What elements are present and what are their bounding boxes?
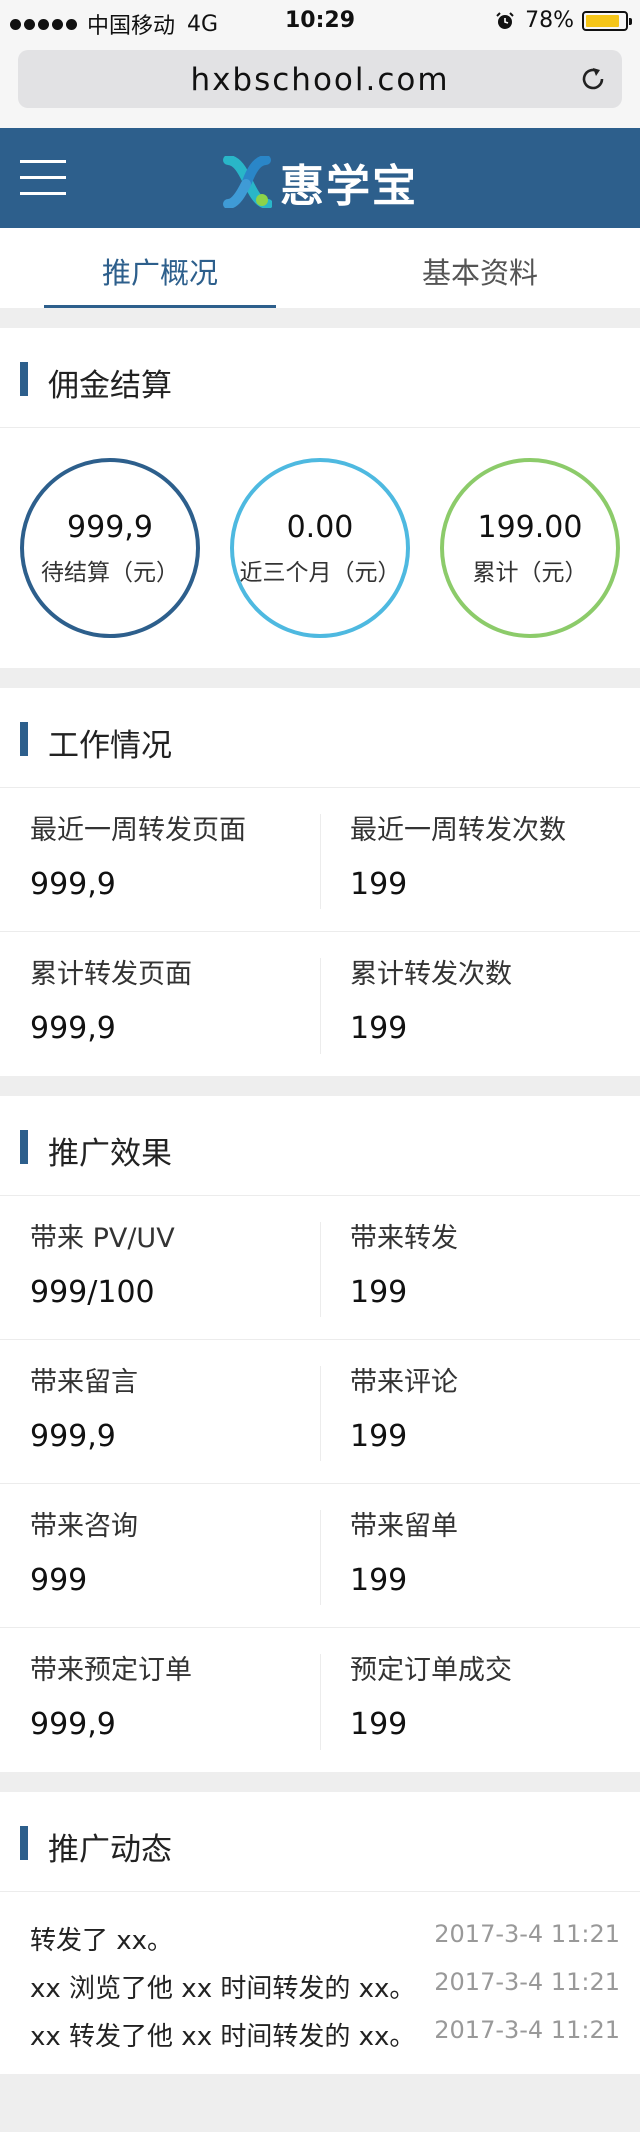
activity-section: 推广动态 转发了 xx。 2017-3-4 11:21 xx 浏览了他 xx 时… [0, 1792, 640, 2074]
stat-label: 累计转发页面 [30, 959, 192, 990]
commission-circles: 999,9 待结算（元） 0.00 近三个月（元） 199.00 累计（元） [0, 428, 640, 668]
stat-row: 带来咨询 999 带来留单 199 [0, 1484, 640, 1628]
stat-label: 带来 PV/UV [30, 1223, 175, 1254]
stat-value: 199 [350, 1707, 408, 1742]
activity-time: 2017-3-4 11:21 [434, 1920, 620, 1948]
commission-header: 佣金结算 [0, 328, 640, 428]
browser-bar: hxbschool.com [0, 42, 640, 128]
status-right: 78% [495, 8, 632, 33]
tab-profile[interactable]: 基本资料 [320, 228, 640, 308]
alarm-icon [496, 11, 514, 29]
stat-label: 带来留单 [350, 1511, 458, 1542]
tab-bar: 推广概况 基本资料 [0, 228, 640, 308]
stat-value: 999,9 [30, 867, 116, 902]
brand-name: 惠学宝 [280, 161, 418, 212]
activity-text: xx 浏览了他 xx 时间转发的 xx。 [30, 1974, 416, 2004]
section-title: 推广动态 [48, 1832, 172, 1868]
stat-cell: 累计转发页面 999,9 [0, 932, 320, 1076]
effect-section: 推广效果 带来 PV/UV 999/100 带来转发 199 带来留言 999,… [0, 1096, 640, 1772]
stat-value: 199 [350, 1275, 408, 1310]
circle-label: 待结算（元） [41, 560, 179, 586]
stat-label: 带来预定订单 [30, 1655, 192, 1686]
stat-value: 999/100 [30, 1275, 155, 1310]
stat-value: 199 [350, 1419, 408, 1454]
reload-icon[interactable] [578, 64, 608, 94]
circle-label: 累计（元） [472, 560, 588, 586]
stat-cell: 累计转发次数 199 [320, 932, 640, 1076]
brand: 惠学宝 [0, 150, 640, 214]
stat-row: 带来 PV/UV 999/100 带来转发 199 [0, 1196, 640, 1340]
section-marker [20, 1130, 28, 1164]
stat-cell: 带来留单 199 [320, 1484, 640, 1627]
activity-item[interactable]: 转发了 xx。 2017-3-4 11:21 [0, 1912, 640, 1960]
circle-value: 999,9 [67, 510, 153, 545]
stat-value: 999,9 [30, 1011, 116, 1046]
stat-label: 带来留言 [30, 1367, 138, 1398]
battery-percent: 78% [525, 8, 574, 33]
activity-text: xx 转发了他 xx 时间转发的 xx。 [30, 2022, 416, 2052]
stat-row: 带来留言 999,9 带来评论 199 [0, 1340, 640, 1484]
effect-header: 推广效果 [0, 1096, 640, 1196]
stat-cell: 带来评论 199 [320, 1340, 640, 1483]
stat-label: 最近一周转发次数 [350, 815, 566, 846]
stat-value: 999,9 [30, 1419, 116, 1454]
battery-icon [582, 10, 632, 31]
section-title: 工作情况 [48, 728, 172, 764]
stat-value: 199 [350, 1011, 408, 1046]
battery-fill [586, 14, 619, 27]
stat-row: 带来预定订单 999,9 预定订单成交 199 [0, 1628, 640, 1772]
circle-value: 199.00 [477, 510, 583, 545]
url-text[interactable]: hxbschool.com [18, 62, 622, 98]
stat-value: 999 [30, 1563, 88, 1598]
activity-header: 推广动态 [0, 1792, 640, 1892]
stat-label: 预定订单成交 [350, 1655, 512, 1686]
stat-row: 累计转发页面 999,9 累计转发次数 199 [0, 932, 640, 1076]
section-marker [20, 362, 28, 396]
activity-time: 2017-3-4 11:21 [434, 1968, 620, 1996]
activity-feed: 转发了 xx。 2017-3-4 11:21 xx 浏览了他 xx 时间转发的 … [0, 1892, 640, 2056]
work-header: 工作情况 [0, 688, 640, 788]
stat-cell: 预定订单成交 199 [320, 1628, 640, 1772]
stat-label: 带来咨询 [30, 1511, 138, 1542]
circle-value: 0.00 [286, 510, 354, 545]
stat-label: 带来评论 [350, 1367, 458, 1398]
stat-label: 最近一周转发页面 [30, 815, 246, 846]
tab-overview[interactable]: 推广概况 [0, 228, 320, 308]
section-title: 佣金结算 [48, 368, 172, 404]
stat-cell: 带来咨询 999 [0, 1484, 320, 1627]
app-header: 惠学宝 [0, 128, 640, 228]
activity-item[interactable]: xx 转发了他 xx 时间转发的 xx。 2017-3-4 11:21 [0, 2008, 640, 2056]
stat-cell: 最近一周转发次数 199 [320, 788, 640, 931]
stat-value: 999,9 [30, 1707, 116, 1742]
address-bar[interactable]: hxbschool.com [18, 50, 622, 108]
commission-section: 佣金结算 999,9 待结算（元） 0.00 近三个月（元） 199.00 累计… [0, 328, 640, 668]
activity-text: 转发了 xx。 [30, 1926, 174, 1956]
section-marker [20, 722, 28, 756]
stat-cell: 最近一周转发页面 999,9 [0, 788, 320, 931]
activity-item[interactable]: xx 浏览了他 xx 时间转发的 xx。 2017-3-4 11:21 [0, 1960, 640, 2008]
stat-label: 带来转发 [350, 1223, 458, 1254]
stat-cell: 带来留言 999,9 [0, 1340, 320, 1483]
circle-label: 近三个月（元） [239, 560, 401, 586]
stat-label: 累计转发次数 [350, 959, 512, 990]
stat-row: 最近一周转发页面 999,9 最近一周转发次数 199 [0, 788, 640, 932]
stat-cell: 带来 PV/UV 999/100 [0, 1196, 320, 1339]
section-marker [20, 1826, 28, 1860]
circle-three-months[interactable]: 0.00 近三个月（元） [230, 458, 410, 638]
circle-total[interactable]: 199.00 累计（元） [440, 458, 620, 638]
status-bar: 中国移动 4G 10:29 78% [0, 0, 640, 42]
stat-value: 199 [350, 1563, 408, 1598]
activity-time: 2017-3-4 11:21 [434, 2016, 620, 2044]
stat-cell: 带来预定订单 999,9 [0, 1628, 320, 1772]
stat-value: 199 [350, 867, 408, 902]
work-section: 工作情况 最近一周转发页面 999,9 最近一周转发次数 199 累计转发页面 … [0, 688, 640, 1076]
circle-pending[interactable]: 999,9 待结算（元） [20, 458, 200, 638]
section-title: 推广效果 [48, 1136, 172, 1172]
brand-logo-icon [223, 156, 272, 208]
stat-cell: 带来转发 199 [320, 1196, 640, 1339]
